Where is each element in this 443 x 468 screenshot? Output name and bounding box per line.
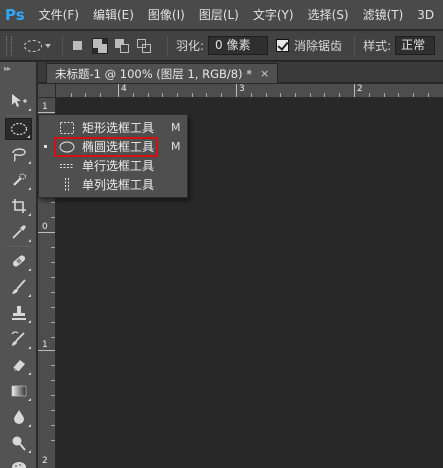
menu-type[interactable]: 文字(Y) xyxy=(253,6,294,23)
flyout-label: 单行选框工具 xyxy=(82,159,155,173)
pen-tool[interactable] xyxy=(5,456,32,468)
flyout-item-rect-marquee[interactable]: 矩形选框工具 M xyxy=(39,118,189,137)
rect-marquee-icon xyxy=(60,121,74,134)
menu-file[interactable]: 文件(F) xyxy=(39,6,79,23)
options-grip[interactable] xyxy=(6,35,12,56)
eyedropper-tool[interactable] xyxy=(5,221,32,243)
close-icon[interactable]: × xyxy=(260,67,269,80)
ruler-label: 4 xyxy=(121,84,127,94)
dodge-tool[interactable] xyxy=(5,432,32,454)
divider xyxy=(354,35,356,56)
single-column-marquee-icon xyxy=(65,177,69,192)
quick-selection-tool[interactable] xyxy=(5,169,32,191)
divider xyxy=(167,35,168,56)
quick-selection-icon xyxy=(12,173,26,186)
options-bar: 羽化: 0 像素 消除锯齿 样式: 正常 xyxy=(0,31,443,61)
ruler-label: 0 xyxy=(42,222,48,232)
ellipse-marquee-icon xyxy=(10,122,27,136)
menu-bar: Ps 文件(F) 编辑(E) 图像(I) 图层(L) 文字(Y) 选择(S) 滤… xyxy=(0,0,443,30)
clone-stamp-tool[interactable] xyxy=(5,302,32,324)
photoshop-window: Ps 文件(F) 编辑(E) 图像(I) 图层(L) 文字(Y) 选择(S) 滤… xyxy=(0,0,443,468)
new-selection-button[interactable] xyxy=(71,39,85,53)
ruler-label: 3 xyxy=(239,84,245,94)
feather-label: 羽化: xyxy=(176,39,205,53)
move-tool[interactable] xyxy=(5,90,32,112)
ruler-corner[interactable] xyxy=(38,84,56,98)
brush-tool[interactable] xyxy=(5,276,32,298)
antialias-checkbox[interactable] xyxy=(276,39,290,52)
brush-icon xyxy=(11,279,26,294)
gradient-icon xyxy=(11,385,26,397)
ruler-label: 2 xyxy=(42,456,48,466)
flyout-label: 单列选框工具 xyxy=(82,178,155,192)
flyout-item-single-row-marquee[interactable]: 单行选框工具 xyxy=(39,156,189,175)
eyedropper-icon xyxy=(11,225,26,239)
menu-select[interactable]: 选择(S) xyxy=(308,6,349,23)
menu-layer[interactable]: 图层(L) xyxy=(199,6,239,23)
menu-image[interactable]: 图像(I) xyxy=(148,6,185,23)
antialias-label: 消除锯齿 xyxy=(294,39,343,53)
menu-filter[interactable]: 滤镜(T) xyxy=(363,6,404,23)
ps-logo: Ps xyxy=(5,5,25,24)
document-tab-strip: 未标题-1 @ 100% (图层 1, RGB/8) * × xyxy=(38,62,443,83)
document-tab[interactable]: 未标题-1 @ 100% (图层 1, RGB/8) * × xyxy=(46,63,279,83)
flyout-item-single-column-marquee[interactable]: 单列选框工具 xyxy=(39,175,189,194)
subtract-from-selection-button[interactable] xyxy=(115,38,129,53)
flyout-shortcut: M xyxy=(171,140,181,153)
lasso-icon xyxy=(11,148,26,162)
stamp-icon xyxy=(11,306,26,320)
ruler-label: 1 xyxy=(42,102,48,112)
flyout-shortcut: M xyxy=(171,121,181,134)
single-row-marquee-icon xyxy=(60,163,74,168)
ruler-label: 2 xyxy=(357,84,363,94)
toolbox-collapse-button[interactable]: ▸▸ xyxy=(0,62,36,74)
lasso-tool[interactable] xyxy=(5,143,32,165)
selected-bullet-icon xyxy=(44,145,47,148)
feather-input[interactable]: 0 像素 xyxy=(208,36,269,55)
blur-tool[interactable] xyxy=(5,406,32,428)
highlight-annotation-box xyxy=(54,137,158,157)
history-brush-icon xyxy=(10,331,25,346)
menu-edit[interactable]: 编辑(E) xyxy=(93,6,134,23)
bandage-icon xyxy=(12,255,25,267)
ellipse-icon xyxy=(24,39,42,52)
crop-icon xyxy=(11,199,26,213)
flyout-label: 矩形选框工具 xyxy=(82,121,155,135)
dodge-icon xyxy=(12,436,26,451)
ruler-horizontal[interactable]: 4 3 2 xyxy=(56,84,443,98)
sponge-icon xyxy=(11,462,26,468)
crop-tool[interactable] xyxy=(5,195,32,217)
move-icon xyxy=(11,94,27,107)
style-select[interactable]: 正常 xyxy=(395,36,436,55)
intersect-selection-button[interactable] xyxy=(137,38,151,53)
eraser-tool[interactable] xyxy=(5,354,32,376)
divider xyxy=(62,35,63,56)
healing-brush-tool[interactable] xyxy=(5,250,32,272)
tool-preset-picker[interactable] xyxy=(24,39,54,52)
add-to-selection-button[interactable] xyxy=(92,37,108,54)
document-title: 未标题-1 @ 100% (图层 1, RGB/8) * xyxy=(55,66,252,81)
chevron-down-icon xyxy=(45,43,51,48)
drop-icon xyxy=(13,410,24,424)
marquee-tool-flyout: 矩形选框工具 M 椭圆选框工具 M 单行选框工具 单列选框工具 xyxy=(38,114,188,198)
toolbox: ▸▸ xyxy=(0,62,37,468)
style-label: 样式: xyxy=(363,39,392,53)
menu-3d[interactable]: 3D xyxy=(417,8,434,22)
gradient-tool[interactable] xyxy=(5,380,32,402)
history-brush-tool[interactable] xyxy=(5,328,32,350)
elliptical-marquee-tool[interactable] xyxy=(5,118,32,140)
eraser-icon xyxy=(12,360,25,372)
ruler-label: 1 xyxy=(42,340,48,350)
